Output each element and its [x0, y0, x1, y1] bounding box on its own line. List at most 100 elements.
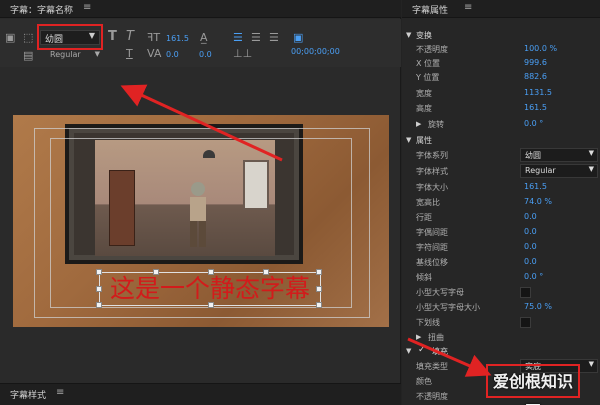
small-caps-size-label: 小型大写字母大小	[416, 303, 480, 312]
title-properties-panel: 字幕属性 ≡ ▼ 变换 不透明度 100.0 % X 位置 999.6 Y 位置…	[402, 0, 600, 405]
align-right-icon[interactable]: ☰	[269, 32, 279, 44]
chevron-down-icon: ▼	[94, 50, 100, 58]
tracking-value[interactable]: 0.0	[524, 242, 537, 251]
small-caps-size-row: 小型大写字母大小 75.0 %	[402, 300, 600, 315]
chevron-down-icon: ▼	[588, 165, 594, 173]
font-family-dropdown[interactable]: 幼圆 ▼	[520, 148, 598, 162]
y-position-label: Y 位置	[416, 73, 440, 82]
transform-section-label: 变换	[416, 31, 432, 40]
font-size-label: 字体大小	[416, 183, 448, 192]
x-position-row: X 位置 999.6	[402, 56, 600, 71]
opacity-value[interactable]: 100.0 %	[524, 44, 557, 53]
opacity-label: 不透明度	[416, 45, 448, 54]
aspect-row: 宽高比 74.0 %	[402, 195, 600, 210]
font-size-icon: ꟻT	[147, 31, 161, 44]
kerning-row: 字偶间距 0.0	[402, 225, 600, 240]
chevron-down-icon: ▼	[588, 360, 594, 368]
kerning-value[interactable]: 0.0	[524, 227, 537, 236]
small-caps-size-value[interactable]: 75.0 %	[524, 302, 552, 311]
font-style-value: Regular	[525, 166, 556, 175]
font-family-value: 幼圆	[525, 151, 541, 160]
baseline-value[interactable]: 0.0	[524, 257, 537, 266]
width-row: 宽度 1131.5	[402, 86, 600, 101]
expand-triangle-icon[interactable]: ▶	[416, 333, 421, 341]
tracking-icon: VA	[147, 47, 162, 60]
expand-triangle-icon[interactable]: ▶	[416, 120, 421, 128]
fill-section-label: 填充	[432, 347, 448, 356]
y-position-value[interactable]: 882.6	[524, 72, 547, 81]
small-caps-checkbox[interactable]	[520, 287, 531, 298]
title-styles-panel: 字幕样式 ≡	[0, 383, 401, 405]
font-style-dropdown[interactable]: Regular ▼	[520, 164, 598, 178]
x-position-value[interactable]: 999.6	[524, 58, 547, 67]
font-size-row: 字体大小 161.5	[402, 180, 600, 195]
baseline-row: 基线位移 0.0	[402, 255, 600, 270]
properties-panel-header: 字幕属性 ≡	[402, 0, 600, 18]
show-background-video-icon[interactable]: ▣	[293, 32, 303, 44]
rotation-label: 旋转	[428, 120, 444, 129]
leading-icon: A̲	[200, 31, 208, 44]
attributes-section-label: 属性	[416, 136, 432, 145]
y-position-row: Y 位置 882.6	[402, 70, 600, 85]
attributes-section[interactable]: ▼ 属性	[402, 133, 600, 148]
leading-value[interactable]: 0.0	[199, 50, 212, 59]
fill-type-label: 填充类型	[416, 362, 448, 371]
distort-row[interactable]: ▶ 扭曲	[402, 330, 600, 345]
expand-triangle-icon[interactable]: ▼	[406, 136, 411, 144]
italic-icon[interactable]: T	[126, 30, 134, 43]
small-caps-row: 小型大写字母	[402, 285, 600, 300]
title-styles-tab[interactable]: 字幕样式	[10, 388, 46, 401]
fill-enabled-checkbox[interactable]: ✓	[418, 345, 426, 355]
tracking-row: 字符间距 0.0	[402, 240, 600, 255]
align-left-icon[interactable]: ☰	[233, 32, 243, 44]
distort-label: 扭曲	[428, 333, 444, 342]
slant-row: 倾斜 0.0 °	[402, 270, 600, 285]
tab-stops-icon[interactable]: ⊥⊥	[233, 48, 252, 60]
rotation-value[interactable]: 0.0 °	[524, 119, 543, 128]
underline-row: 下划线	[402, 315, 600, 330]
title-panel-header: 字幕：字幕名称 ≡	[0, 0, 401, 18]
color-label: 颜色	[416, 377, 432, 386]
leading-value[interactable]: 0.0	[524, 212, 537, 221]
background-icon[interactable]: ▤	[23, 50, 33, 62]
underline-icon[interactable]: T	[126, 48, 133, 60]
aspect-label: 宽高比	[416, 198, 440, 207]
subtitle-text[interactable]: 这是一个静态字幕	[99, 272, 321, 306]
font-size-value[interactable]: 161.5	[166, 34, 189, 43]
baseline-label: 基线位移	[416, 258, 448, 267]
slant-value[interactable]: 0.0 °	[524, 272, 543, 281]
font-size-value[interactable]: 161.5	[524, 182, 547, 191]
font-style-dropdown[interactable]: Regular ▼	[50, 50, 102, 62]
align-center-icon[interactable]: ☰	[251, 32, 261, 44]
expand-triangle-icon[interactable]: ▼	[406, 31, 411, 39]
underline-label: 下划线	[416, 318, 440, 327]
transform-section[interactable]: ▼ 变换	[402, 28, 600, 43]
watermark: 爱创根知识网	[492, 372, 573, 405]
chevron-down-icon: ▼	[588, 149, 594, 157]
tracking-value[interactable]: 0.0	[166, 50, 179, 59]
bold-icon[interactable]: T	[108, 30, 117, 43]
font-family-label: 字体系列	[416, 151, 448, 160]
width-value[interactable]: 1131.5	[524, 88, 552, 97]
underline-checkbox[interactable]	[520, 317, 531, 328]
height-row: 高度 161.5	[402, 101, 600, 116]
timecode[interactable]: 00;00;00;00	[291, 47, 340, 56]
font-dropdown-highlight	[37, 24, 103, 50]
save-icon[interactable]: ▣	[5, 32, 15, 44]
height-label: 高度	[416, 104, 432, 113]
rotation-row[interactable]: ▶ 旋转 0.0 °	[402, 117, 600, 132]
leading-label: 行距	[416, 213, 432, 222]
panel-menu-icon[interactable]: ≡	[56, 387, 64, 398]
x-position-label: X 位置	[416, 59, 441, 68]
panel-menu-icon[interactable]: ≡	[464, 2, 472, 13]
panel-menu-icon[interactable]: ≡	[83, 2, 91, 13]
height-value[interactable]: 161.5	[524, 103, 547, 112]
aspect-value[interactable]: 74.0 %	[524, 197, 552, 206]
text-box-icon[interactable]: ⬚	[23, 32, 33, 44]
opacity-row: 不透明度 100.0 %	[402, 42, 600, 57]
fill-section[interactable]: ▼ ✓ 填充	[402, 344, 600, 359]
properties-panel-tab[interactable]: 字幕属性	[412, 3, 448, 16]
expand-triangle-icon[interactable]: ▼	[406, 347, 411, 355]
small-caps-label: 小型大写字母	[416, 288, 464, 297]
title-panel-tab[interactable]: 字幕：字幕名称	[10, 3, 73, 16]
